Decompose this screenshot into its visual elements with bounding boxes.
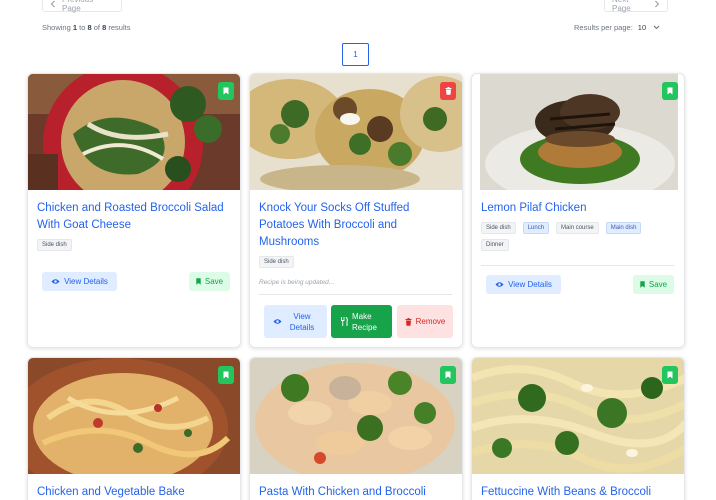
save-bookmark-button[interactable] — [218, 366, 234, 384]
save-bookmark-button[interactable] — [662, 366, 678, 384]
tag-lunch: Lunch — [522, 222, 550, 234]
bookmark-icon — [223, 371, 229, 379]
save-label: Save — [648, 280, 668, 289]
recipe-tags: Side dish — [259, 256, 452, 268]
results-summary: Showing 1 to 8 of 8 results — [42, 23, 131, 32]
recipe-tags: Side dish Lunch Main course Main dish Di… — [481, 222, 674, 251]
recipe-image[interactable] — [480, 74, 678, 190]
bookmark-icon — [196, 278, 201, 285]
divider — [481, 265, 674, 266]
page-1-button[interactable]: 1 — [342, 43, 369, 66]
recipe-image[interactable] — [250, 74, 462, 190]
remove-label: Remove — [415, 317, 446, 326]
recipe-image[interactable] — [28, 74, 240, 190]
divider — [259, 294, 452, 295]
previous-page-label: Previous Page — [62, 0, 93, 13]
tag-main-dish: Main dish — [605, 222, 642, 234]
recipe-card: Pasta With Chicken and Broccoli — [249, 357, 463, 500]
previous-page-button[interactable]: Previous Page — [42, 0, 122, 13]
tag-side-dish: Side dish — [481, 222, 516, 234]
save-bookmark-button[interactable] — [218, 82, 234, 100]
save-label: Save — [204, 277, 224, 286]
make-recipe-button[interactable]: Make Recipe — [331, 305, 392, 338]
tag-main-course: Main course — [556, 222, 599, 234]
chevron-right-icon — [655, 0, 660, 8]
recipe-image[interactable] — [28, 358, 240, 474]
recipe-title[interactable]: Fettuccine With Beans & Broccoli — [481, 484, 674, 500]
recipe-card: Fettuccine With Beans & Broccoli — [471, 357, 685, 500]
bookmark-icon — [667, 87, 673, 95]
recipe-card: Lemon Pilaf Chicken Side dish Lunch Main… — [471, 73, 685, 348]
recipe-card: Chicken and Roasted Broccoli Salad With … — [27, 73, 241, 348]
make-recipe-label: Make Recipe — [352, 311, 377, 332]
recipe-image[interactable] — [250, 358, 462, 474]
tag-side-dish: Side dish — [259, 256, 294, 268]
view-details-label: View Details — [289, 311, 315, 332]
remove-button[interactable]: Remove — [397, 305, 453, 338]
eye-icon — [51, 279, 60, 284]
recipe-title[interactable]: Chicken and Vegetable Bake — [37, 484, 230, 500]
recipe-title[interactable]: Knock Your Socks Off Stuffed Potatoes Wi… — [259, 200, 452, 251]
recipe-title[interactable]: Pasta With Chicken and Broccoli — [259, 484, 452, 500]
recipe-title[interactable]: Lemon Pilaf Chicken — [481, 200, 674, 217]
recipe-status: Recipe is being updated... — [259, 279, 335, 286]
recipe-tags: Side dish — [37, 239, 230, 251]
next-page-label: Next Page — [612, 0, 631, 13]
per-page-select[interactable]: 10 — [638, 23, 660, 32]
trash-icon — [445, 87, 451, 95]
save-bookmark-button[interactable] — [440, 366, 456, 384]
bookmark-icon — [445, 371, 451, 379]
view-details-button[interactable]: View Details — [264, 305, 327, 338]
view-details-label: View Details — [64, 277, 108, 286]
bookmark-icon — [667, 371, 673, 379]
recipe-image[interactable] — [472, 358, 684, 474]
results-per-page: Results per page: 10 — [574, 23, 660, 32]
per-page-label: Results per page: — [574, 23, 633, 32]
recipe-card: Knock Your Socks Off Stuffed Potatoes Wi… — [249, 73, 463, 348]
recipe-title[interactable]: Chicken and Roasted Broccoli Salad With … — [37, 200, 230, 234]
chevron-left-icon — [50, 0, 55, 8]
save-button[interactable]: Save — [633, 275, 674, 294]
view-details-button[interactable]: View Details — [486, 275, 561, 294]
remove-bookmark-button[interactable] — [440, 82, 456, 100]
eye-icon — [273, 319, 282, 324]
trash-icon — [405, 317, 412, 326]
eye-icon — [495, 282, 504, 287]
save-button[interactable]: Save — [189, 272, 230, 291]
utensils-icon — [341, 317, 348, 326]
recipe-card: Chicken and Vegetable Bake — [27, 357, 241, 500]
save-bookmark-button[interactable] — [662, 82, 678, 100]
tag-dinner: Dinner — [481, 239, 509, 251]
view-details-label: View Details — [508, 280, 552, 289]
bookmark-icon — [223, 87, 229, 95]
chevron-down-icon — [653, 25, 660, 30]
bookmark-icon — [640, 281, 645, 288]
tag-side-dish: Side dish — [37, 239, 72, 251]
next-page-button[interactable]: Next Page — [604, 0, 668, 13]
view-details-button[interactable]: View Details — [42, 272, 117, 291]
